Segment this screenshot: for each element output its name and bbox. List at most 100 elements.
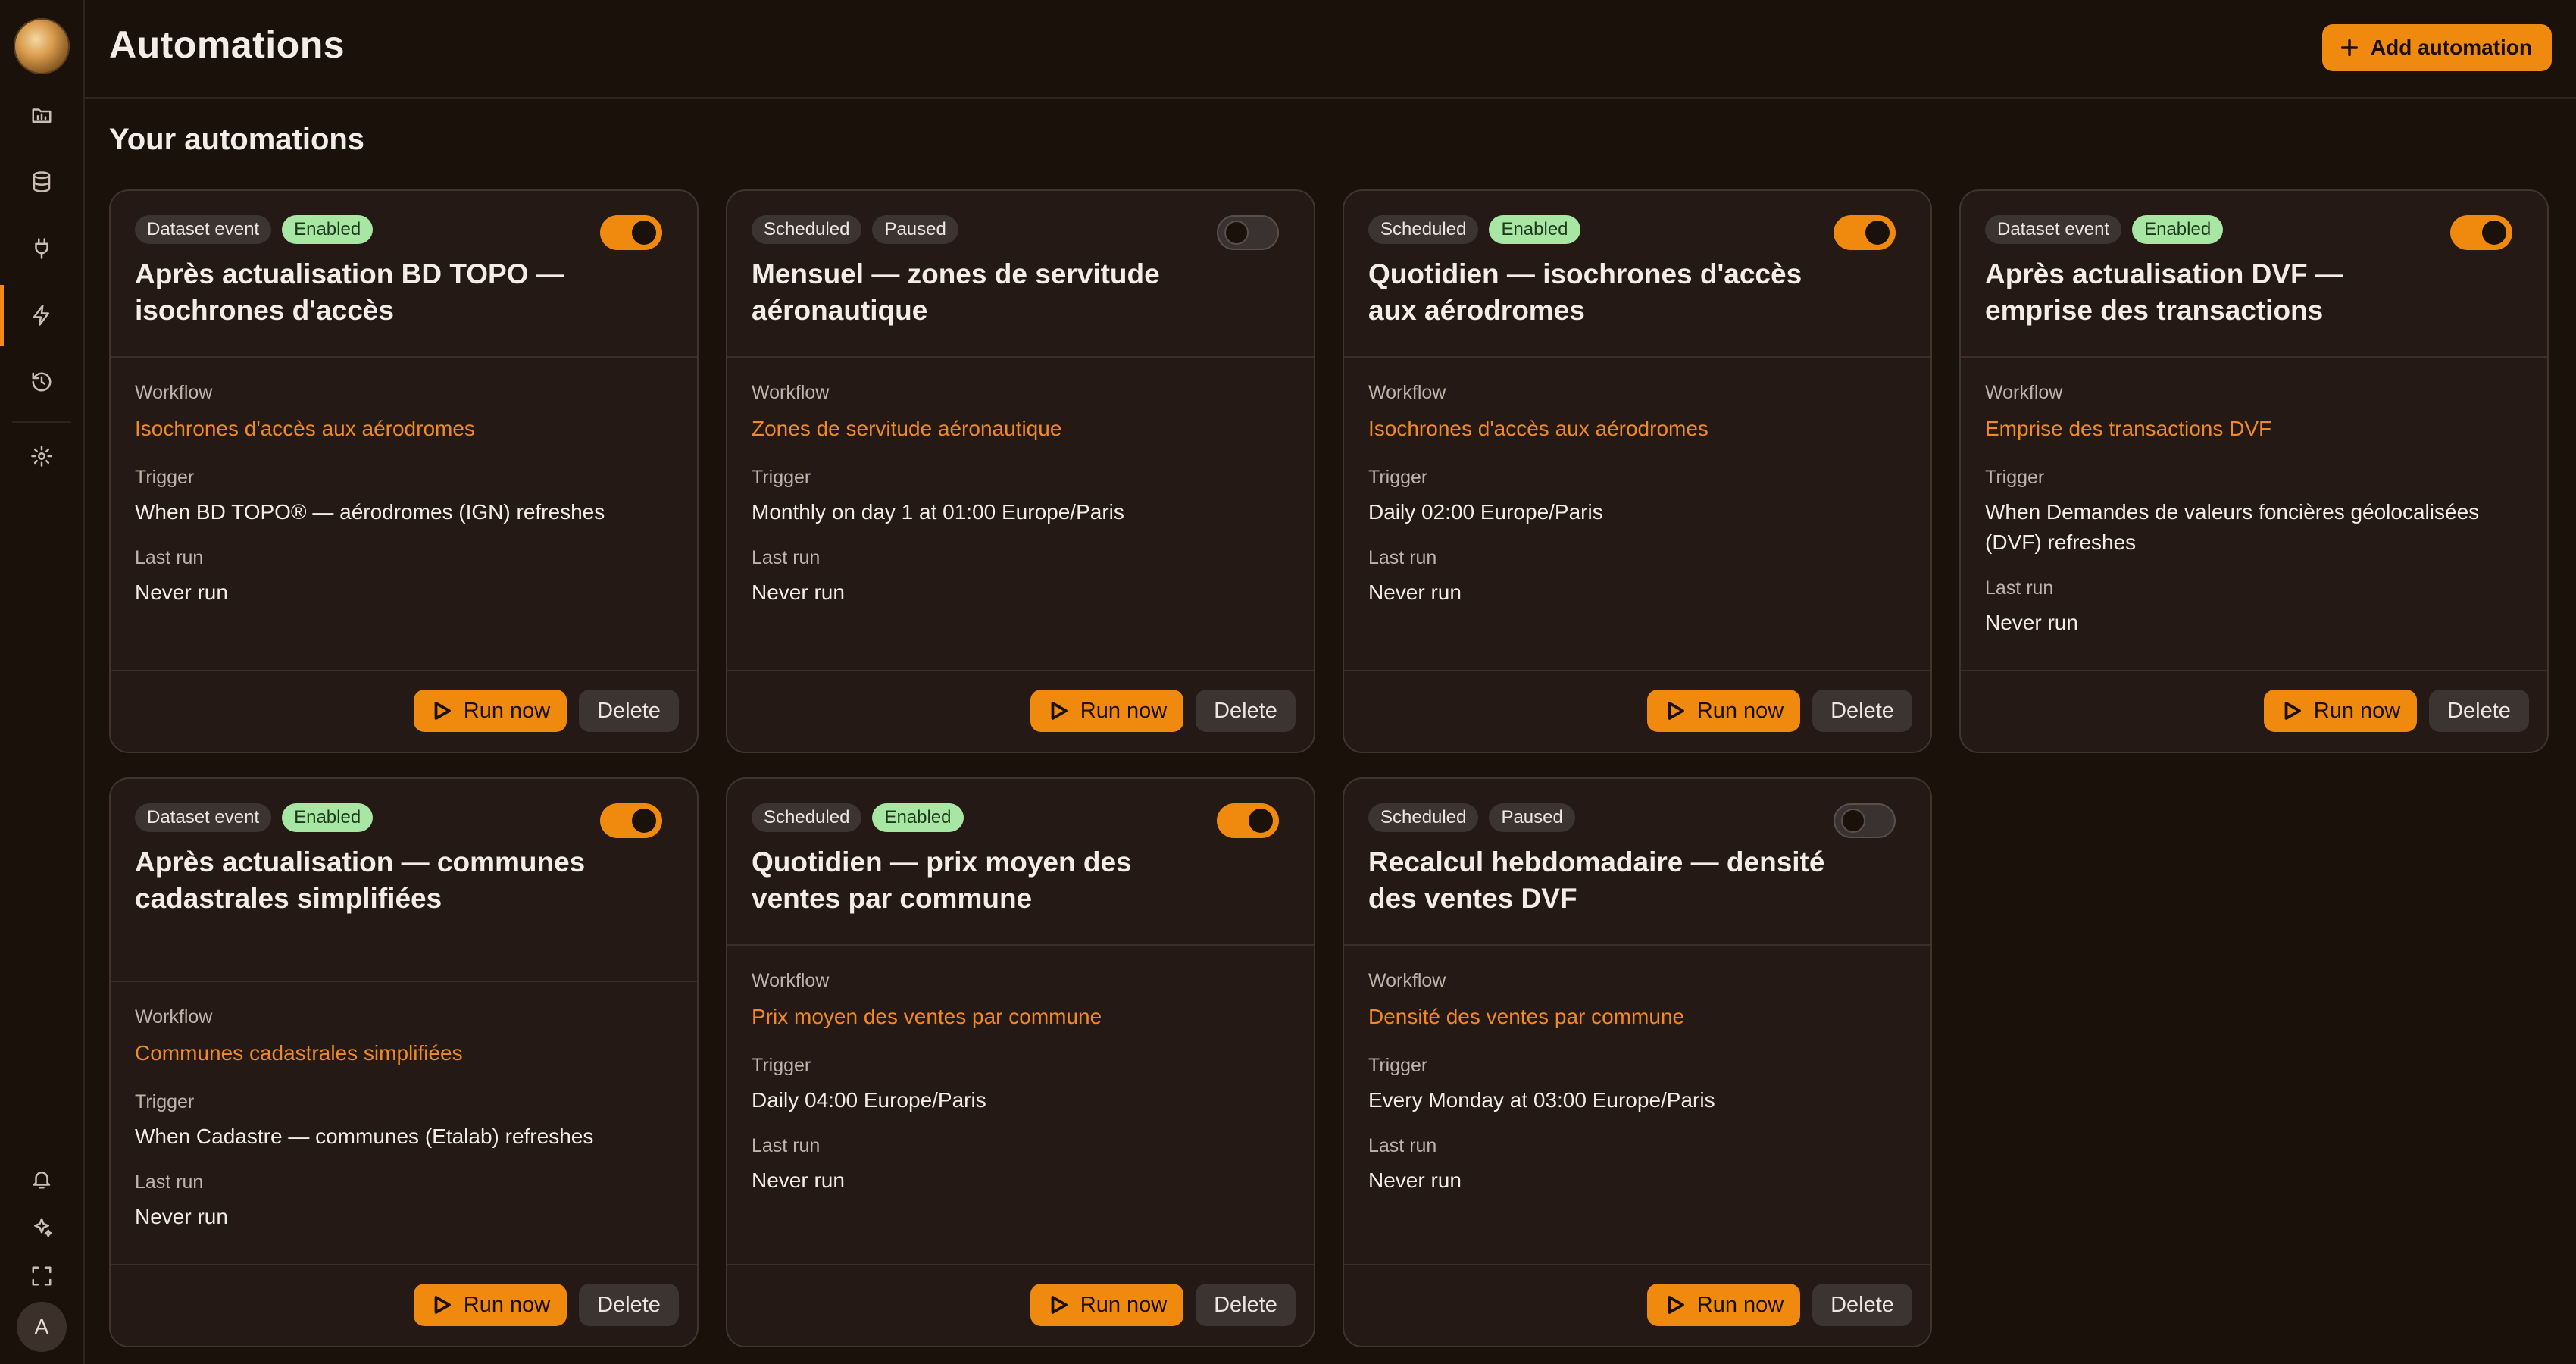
enable-toggle[interactable] [1217, 803, 1279, 838]
last-run-value: Never run [1368, 1168, 1462, 1192]
toggle-knob [1249, 809, 1273, 833]
avatar[interactable]: A [17, 1302, 67, 1352]
card-footer: Run now Delete [727, 1264, 1314, 1346]
workflow-label: Workflow [135, 1006, 213, 1028]
workflow-link[interactable]: Communes cadastrales simplifiées [135, 1041, 463, 1065]
trigger-value: Monthly on day 1 at 01:00 Europe/Paris [752, 500, 1124, 524]
add-automation-button[interactable]: Add automation [2321, 24, 2552, 71]
run-now-button[interactable]: Run now [2264, 690, 2417, 732]
workflow-link[interactable]: Isochrones d'accès aux aérodromes [1368, 417, 1708, 441]
status-badge: Enabled [2132, 215, 2224, 244]
delete-button[interactable]: Delete [1196, 1284, 1296, 1326]
enable-toggle[interactable] [1834, 215, 1896, 250]
play-icon [2284, 702, 2301, 720]
settings-icon[interactable] [27, 441, 57, 471]
folder-chart-icon[interactable] [27, 100, 57, 130]
workflow-link[interactable]: Densité des ventes par commune [1368, 1005, 1684, 1029]
badge-group: Scheduled Paused [1368, 803, 1575, 832]
card-footer: Run now Delete [727, 670, 1314, 752]
run-now-button[interactable]: Run now [1030, 690, 1183, 732]
card-header: Scheduled Enabled Quotidien — isochrones… [1344, 191, 1930, 358]
automation-title: Quotidien — isochrones d'accès aux aérod… [1368, 258, 1802, 326]
workflow-label: Workflow [1368, 970, 1446, 991]
play-icon [1668, 702, 1684, 720]
toggle-knob [632, 809, 656, 833]
automation-title: Après actualisation BD TOPO — isochrones… [135, 258, 564, 326]
workflow-link[interactable]: Emprise des transactions DVF [1985, 417, 2271, 441]
trigger-type-badge: Dataset event [1985, 215, 2122, 244]
trigger-value: Every Monday at 03:00 Europe/Paris [1368, 1088, 1715, 1112]
card-header: Dataset event Enabled Après actualisatio… [111, 779, 697, 982]
run-now-button[interactable]: Run now [414, 1284, 567, 1326]
automation-title: Recalcul hebdomadaire — densité des vent… [1368, 846, 1825, 914]
fullscreen-icon[interactable] [27, 1261, 57, 1291]
bell-icon[interactable] [27, 1164, 57, 1194]
card-header: Dataset event Enabled Après actualisatio… [111, 191, 697, 358]
enable-toggle[interactable] [600, 803, 662, 838]
status-badge: Enabled [282, 215, 374, 244]
trigger-type-badge: Dataset event [135, 215, 272, 244]
enable-toggle[interactable] [1217, 215, 1279, 250]
run-now-label: Run now [1080, 1292, 1168, 1317]
enable-toggle[interactable] [600, 215, 662, 250]
last-run-value: Never run [752, 1168, 845, 1192]
last-run-label: Last run [752, 547, 821, 568]
run-now-button[interactable]: Run now [1647, 690, 1800, 732]
enable-toggle[interactable] [2450, 215, 2512, 250]
last-run-value: Never run [1368, 580, 1462, 604]
card-footer: Run now Delete [111, 670, 697, 752]
run-now-button[interactable]: Run now [1030, 1284, 1183, 1326]
run-now-button[interactable]: Run now [1647, 1284, 1800, 1326]
trigger-label: Trigger [752, 1055, 811, 1076]
automation-title: Après actualisation DVF — emprise des tr… [1985, 258, 2343, 326]
delete-button[interactable]: Delete [579, 1284, 679, 1326]
card-footer: Run now Delete [1344, 1264, 1930, 1346]
run-now-label: Run now [2313, 698, 2401, 723]
enable-toggle[interactable] [1834, 803, 1896, 838]
status-badge: Paused [1489, 803, 1575, 832]
run-now-label: Run now [1696, 1292, 1784, 1317]
automation-card: Scheduled Paused Mensuel — zones de serv… [726, 189, 1315, 753]
run-now-button[interactable]: Run now [414, 690, 567, 732]
history-icon[interactable] [27, 367, 57, 397]
trigger-label: Trigger [752, 467, 811, 488]
last-run-label: Last run [1368, 1135, 1437, 1156]
trigger-value: When Cadastre — communes (Etalab) refres… [135, 1125, 594, 1148]
sparkles-icon[interactable] [27, 1212, 57, 1243]
workflow-link[interactable]: Isochrones d'accès aux aérodromes [135, 417, 475, 441]
badge-group: Scheduled Enabled [1368, 215, 1580, 244]
workflow-label: Workflow [1985, 382, 2063, 403]
trigger-label: Trigger [1368, 1055, 1428, 1076]
delete-button[interactable]: Delete [579, 690, 679, 732]
app-logo[interactable] [14, 18, 70, 74]
delete-button[interactable]: Delete [2429, 690, 2529, 732]
database-icon[interactable] [27, 167, 57, 197]
workflow-link[interactable]: Prix moyen des ventes par commune [752, 1005, 1102, 1029]
badge-group: Dataset event Enabled [1985, 215, 2224, 244]
trigger-value: When BD TOPO® — aérodromes (IGN) refresh… [135, 500, 605, 524]
workflow-label: Workflow [135, 382, 213, 403]
delete-button[interactable]: Delete [1196, 690, 1296, 732]
card-header: Scheduled Enabled Quotidien — prix moyen… [727, 779, 1314, 946]
lightning-icon[interactable] [27, 300, 57, 330]
status-badge: Paused [872, 215, 958, 244]
sidebar: A [0, 0, 85, 1364]
trigger-type-badge: Scheduled [752, 215, 862, 244]
toggle-knob [1841, 809, 1865, 833]
last-run-label: Last run [1368, 547, 1437, 568]
play-icon [434, 702, 451, 720]
card-header: Scheduled Paused Mensuel — zones de serv… [727, 191, 1314, 358]
run-now-label: Run now [1696, 698, 1784, 723]
last-run-label: Last run [752, 1135, 821, 1156]
card-header: Scheduled Paused Recalcul hebdomadaire —… [1344, 779, 1930, 946]
plug-icon[interactable] [27, 233, 57, 264]
last-run-label: Last run [135, 1172, 204, 1193]
trigger-value: Daily 02:00 Europe/Paris [1368, 500, 1603, 524]
workflow-link[interactable]: Zones de servitude aéronautique [752, 417, 1061, 441]
last-run-value: Never run [135, 580, 228, 604]
last-run-value: Never run [135, 1205, 228, 1228]
status-badge: Enabled [282, 803, 374, 832]
workflow-label: Workflow [752, 382, 830, 403]
delete-button[interactable]: Delete [1812, 1284, 1912, 1326]
delete-button[interactable]: Delete [1812, 690, 1912, 732]
